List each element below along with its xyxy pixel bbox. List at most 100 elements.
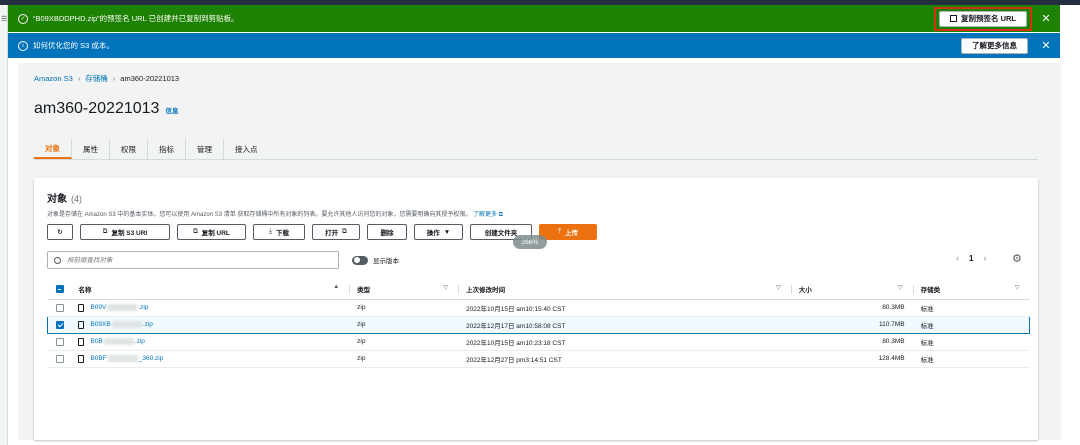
- copy-s3-uri-label: 复制 S3 URI: [111, 230, 148, 237]
- file-icon: [78, 303, 85, 312]
- tab-permissions[interactable]: 权限: [110, 139, 148, 159]
- column-size-label: 大小: [798, 287, 812, 295]
- object-name-cell[interactable]: B09XB .zip: [78, 315, 350, 334]
- file-icon: [78, 337, 85, 346]
- copy-icon: ⧉: [193, 228, 198, 235]
- row-checkbox[interactable]: [55, 354, 64, 363]
- object-type: zip: [349, 350, 459, 368]
- row-checkbox-cell[interactable]: [47, 350, 79, 368]
- column-type-label: 类型: [357, 287, 371, 295]
- column-last-modified[interactable]: 上次修改时间 ▽: [458, 280, 791, 300]
- table-row-selected[interactable]: B09XB .zip zip 2022年12月17日 am10:58:08 CST…: [47, 315, 1030, 334]
- learn-more-button[interactable]: 了解更多信息: [961, 37, 1028, 54]
- page-number[interactable]: 1: [969, 254, 973, 263]
- table-row[interactable]: B0B .zip zip 2022年10月15日 am10:23:18 CST 8…: [47, 333, 1030, 351]
- sort-down-icon[interactable]: ▽: [776, 284, 781, 291]
- row-checkbox[interactable]: [55, 303, 64, 312]
- column-name[interactable]: 名称 ▲: [78, 280, 350, 300]
- download-button[interactable]: ⤓ 下载: [253, 224, 305, 240]
- column-type[interactable]: 类型 ▽: [349, 280, 459, 300]
- info-link[interactable]: 信息: [165, 105, 178, 115]
- actions-dropdown[interactable]: 操作 ▼: [414, 224, 463, 240]
- close-icon[interactable]: ✕: [1040, 39, 1052, 52]
- external-link-icon: ⧉: [498, 212, 504, 218]
- close-icon[interactable]: ✕: [1040, 12, 1052, 25]
- row-checkbox-checked[interactable]: [56, 320, 64, 329]
- object-name-cell[interactable]: B09V .zip: [78, 299, 350, 317]
- check-circle-icon: ✓: [18, 13, 28, 24]
- breadcrumb-buckets[interactable]: 存储桶: [85, 73, 108, 84]
- objects-description: 对象是存储在 Amazon S3 中的基本实体。您可以使用 Amazon S3 …: [47, 209, 503, 219]
- object-type: zip: [349, 299, 459, 317]
- file-icon: [78, 320, 85, 329]
- gear-icon[interactable]: ⚙: [1012, 252, 1022, 265]
- open-button[interactable]: 打开 ⧉: [312, 224, 360, 240]
- toggle-switch[interactable]: [352, 255, 368, 265]
- table-header-row: 名称 ▲ 类型 ▽ 上次修改时间 ▽ 大小 ▽ 存储类 ▽: [47, 280, 1030, 300]
- objects-header: 对象 (4): [47, 190, 82, 205]
- sort-down-icon[interactable]: ▽: [443, 284, 448, 291]
- tab-divider: [34, 159, 1038, 160]
- object-modified: 2022年12月17日 am10:58:08 CST: [458, 315, 791, 334]
- row-checkbox[interactable]: [55, 337, 64, 346]
- tab-bar: 对象 属性 权限 指标 管理 接入点: [34, 139, 269, 159]
- tab-objects[interactable]: 对象: [34, 139, 72, 159]
- row-checkbox-cell[interactable]: [47, 315, 79, 334]
- flash-info-banner: i 如何优化您的 S3 成本。 了解更多信息 ✕: [8, 33, 1060, 58]
- download-label: 下载: [275, 230, 289, 237]
- sort-up-icon[interactable]: ▲: [333, 284, 339, 290]
- info-circle-icon: i: [18, 40, 28, 51]
- chevron-left-icon[interactable]: ‹: [956, 253, 959, 263]
- zoom-badge: 266%: [513, 235, 547, 249]
- select-all-checkbox[interactable]: [55, 285, 64, 294]
- delete-button[interactable]: 删除: [367, 224, 407, 240]
- actions-label: 操作: [426, 230, 440, 237]
- copy-s3-uri-button[interactable]: ⧉ 复制 S3 URI: [80, 224, 170, 240]
- column-size[interactable]: 大小 ▽: [790, 280, 913, 300]
- chevron-right-icon: ›: [112, 74, 116, 83]
- select-all-checkbox-cell[interactable]: [47, 280, 79, 300]
- table-row[interactable]: B0BF _360.zip zip 2022年12月27日 pm3:14:51 C…: [47, 350, 1030, 368]
- tab-metrics[interactable]: 指标: [148, 139, 186, 159]
- menu-icon[interactable]: ☰: [1, 15, 7, 23]
- tab-management[interactable]: 管理: [186, 139, 224, 159]
- page-title: am360-20221013: [34, 100, 160, 117]
- object-name-link[interactable]: B0BF _360.zip: [90, 355, 163, 362]
- object-name-link[interactable]: B09XB .zip: [90, 321, 153, 328]
- search-icon: [54, 256, 61, 264]
- right-margin: [1070, 5, 1080, 445]
- tab-access-points[interactable]: 接入点: [224, 139, 269, 159]
- object-name-cell[interactable]: B0B .zip: [78, 333, 350, 351]
- flash-success-message: “B09XBDDPHD.zip”的预签名 URL 已创建并已复制到剪贴板。: [33, 14, 239, 23]
- open-label: 打开: [325, 230, 339, 237]
- copy-url-button[interactable]: ⧉ 复制 URL: [177, 224, 246, 240]
- flash-success-banner: ✓ “B09XBDDPHD.zip”的预签名 URL 已创建并已复制到剪贴板。 …: [8, 5, 1060, 32]
- object-name-link[interactable]: B0B .zip: [90, 338, 145, 345]
- breadcrumb-amazon-s3[interactable]: Amazon S3: [34, 74, 73, 83]
- row-checkbox-cell[interactable]: [47, 299, 79, 317]
- object-name-cell[interactable]: B0BF _360.zip: [78, 350, 350, 368]
- learn-more-link[interactable]: 了解更多: [473, 212, 497, 218]
- refresh-button[interactable]: ↻: [47, 224, 73, 240]
- object-storage-class: 标准: [912, 350, 1030, 368]
- sort-down-icon[interactable]: ▽: [1015, 284, 1020, 291]
- search-box[interactable]: [47, 251, 339, 269]
- table-row[interactable]: B09V .zip zip 2022年10月15日 am10:15:40 CST …: [47, 299, 1030, 317]
- object-name-link[interactable]: B09V .zip: [90, 304, 149, 311]
- upload-button[interactable]: ⤒ 上传: [539, 224, 597, 240]
- object-modified: 2022年10月15日 am10:23:18 CST: [458, 333, 791, 351]
- sort-down-icon[interactable]: ▽: [898, 284, 903, 291]
- copy-presigned-url-button[interactable]: 复制预签名 URL: [939, 10, 1027, 27]
- highlight-box: 复制预签名 URL: [934, 6, 1032, 31]
- show-versions-toggle[interactable]: 显示版本: [352, 255, 399, 265]
- chevron-right-icon[interactable]: ›: [983, 253, 986, 263]
- copy-presigned-url-label: 复制预签名 URL: [961, 14, 1016, 23]
- object-size: 80.3MB: [790, 333, 913, 351]
- objects-table: 名称 ▲ 类型 ▽ 上次修改时间 ▽ 大小 ▽ 存储类 ▽ B09V .zip zip 20…: [47, 280, 1030, 368]
- tab-properties[interactable]: 属性: [72, 139, 110, 159]
- breadcrumb-current: am360-20221013: [120, 74, 180, 83]
- row-checkbox-cell[interactable]: [47, 333, 79, 351]
- upload-icon: ⤒: [558, 228, 561, 235]
- column-storage-class[interactable]: 存储类 ▽: [912, 280, 1030, 300]
- search-input[interactable]: [67, 256, 327, 264]
